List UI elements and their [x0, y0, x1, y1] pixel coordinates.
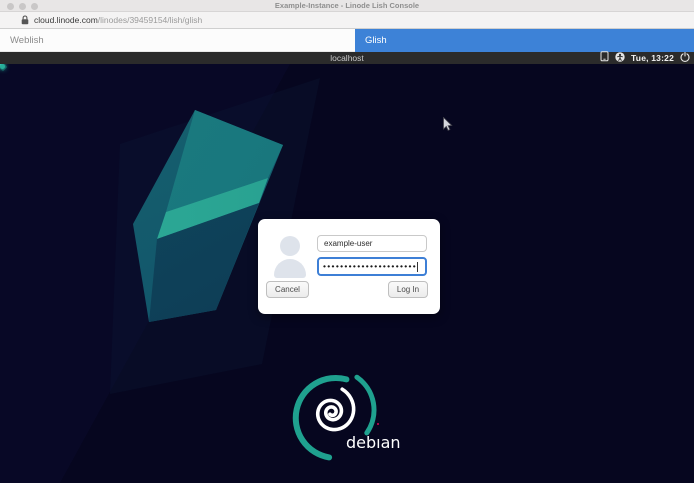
debian-logo: debıan: [286, 370, 408, 466]
debian-swirl-icon: [318, 389, 354, 429]
titlebar: Example-Instance - Linode Lish Console: [0, 0, 694, 12]
password-input[interactable]: ••••••••••••••••••••••: [317, 257, 427, 276]
clock-label[interactable]: Tue, 13:22: [631, 53, 674, 63]
debian-arc-right: [357, 377, 374, 433]
lish-tab-bar: Weblish Glish: [0, 29, 694, 52]
text-caret: [417, 262, 418, 272]
status-tray: Tue, 13:22: [600, 52, 690, 64]
gnome-top-bar: localhost Tue, 13:22: [0, 52, 694, 64]
login-dialog: •••••••••••••••••••••• Cancel Log In: [258, 219, 440, 314]
glish-desktop: •••••••••••••••••••••• Cancel Log In deb…: [0, 64, 694, 483]
username-input[interactable]: [317, 235, 427, 252]
lock-icon: [21, 15, 29, 25]
browser-window: Example-Instance - Linode Lish Console c…: [0, 0, 694, 483]
login-button[interactable]: Log In: [388, 281, 428, 298]
url-bar[interactable]: cloud.linode.com/linodes/39459154/lish/g…: [0, 12, 694, 29]
tab-weblish[interactable]: Weblish: [0, 29, 355, 52]
url-path: /linodes/39459154/lish/glish: [98, 15, 202, 25]
password-masked-value: ••••••••••••••••••••••: [323, 262, 417, 271]
user-avatar-icon: [272, 236, 308, 282]
mouse-cursor-icon: [443, 117, 453, 137]
url-domain: cloud.linode.com: [34, 15, 98, 25]
debian-wordmark: debıan: [346, 433, 401, 452]
url-text[interactable]: cloud.linode.com/linodes/39459154/lish/g…: [34, 15, 202, 25]
window-title: Example-Instance - Linode Lish Console: [0, 0, 694, 12]
hostname-label: localhost: [0, 52, 694, 64]
cancel-button[interactable]: Cancel: [266, 281, 309, 298]
tab-glish[interactable]: Glish: [355, 29, 694, 52]
